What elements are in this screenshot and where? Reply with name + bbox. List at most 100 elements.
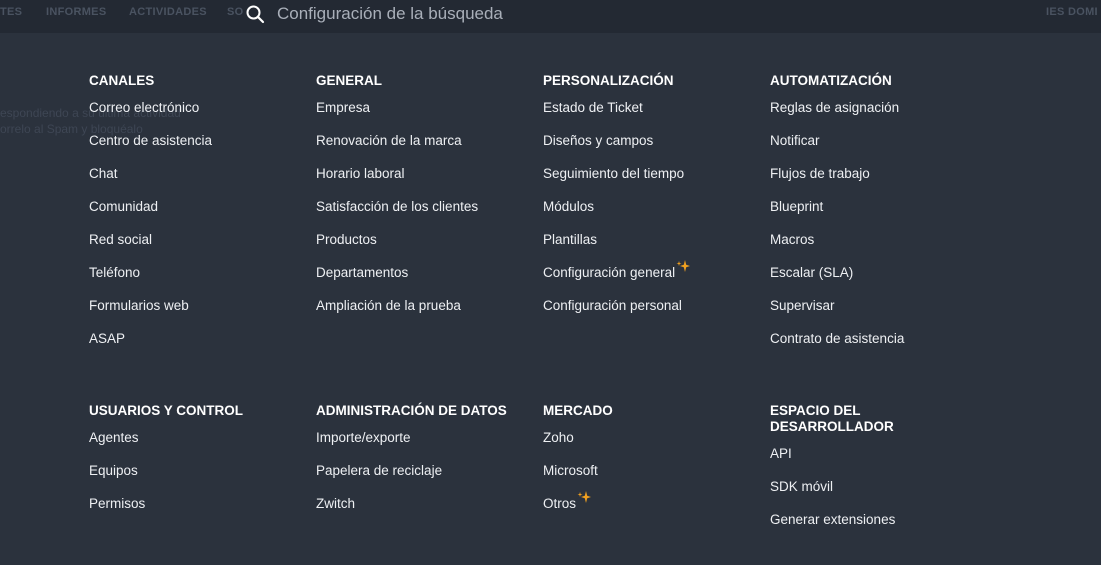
menu-item-label: Reglas de asignación: [770, 100, 900, 115]
background-tab-actividades: ACTIVIDADES: [129, 6, 207, 18]
section-title-line1: ESPACIO DEL: [770, 403, 861, 418]
search-icon[interactable]: [245, 4, 265, 24]
menu-item-label: Plantillas: [543, 232, 598, 247]
menu-item-plantillas[interactable]: Plantillas: [543, 232, 763, 265]
menu-item-flujos-de-trabajo[interactable]: Flujos de trabajo: [770, 166, 990, 199]
menu-item-zoho[interactable]: Zoho: [543, 430, 763, 463]
search-input[interactable]: [277, 4, 977, 24]
menu-item-formularios-web[interactable]: Formularios web: [89, 298, 309, 331]
menu-item-disenos-y-campos[interactable]: Diseños y campos: [543, 133, 763, 166]
section-personalizacion: PERSONALIZACIÓN Estado de Ticket Diseños…: [543, 73, 763, 331]
menu-item-equipos[interactable]: Equipos: [89, 463, 309, 496]
menu-item-label: Zwitch: [316, 496, 356, 511]
menu-item-sdk-movil[interactable]: SDK móvil: [770, 479, 990, 512]
menu-item-reglas-de-asignacion[interactable]: Reglas de asignación: [770, 100, 990, 133]
menu-item-label: Ampliación de la prueba: [316, 298, 461, 313]
menu-item-contrato-de-asistencia[interactable]: Contrato de asistencia: [770, 331, 990, 364]
sparkle-icon: [577, 491, 592, 503]
menu-item-escalar-sla[interactable]: Escalar (SLA): [770, 265, 990, 298]
section-title-mercado: MERCADO: [543, 403, 613, 418]
menu-item-supervisar[interactable]: Supervisar: [770, 298, 990, 331]
menu-item-api[interactable]: API: [770, 446, 990, 479]
section-list-personalizacion: Estado de Ticket Diseños y campos Seguim…: [543, 100, 763, 331]
menu-item-label: Correo electrónico: [89, 100, 200, 115]
menu-item-comunidad[interactable]: Comunidad: [89, 199, 309, 232]
menu-item-telefono[interactable]: Teléfono: [89, 265, 309, 298]
menu-item-label: Macros: [770, 232, 815, 247]
menu-item-label: Notificar: [770, 133, 820, 148]
menu-item-label: Empresa: [316, 100, 371, 115]
menu-item-empresa[interactable]: Empresa: [316, 100, 536, 133]
menu-item-asap[interactable]: ASAP: [89, 331, 309, 364]
section-general: GENERAL Empresa Renovación de la marca H…: [316, 73, 536, 331]
section-list-automatizacion: Reglas de asignación Notificar Flujos de…: [770, 100, 990, 364]
section-automatizacion: AUTOMATIZACIÓN Reglas de asignación Noti…: [770, 73, 990, 364]
section-list-usuarios: Agentes Equipos Permisos: [89, 430, 309, 529]
menu-item-importe-exporte[interactable]: Importe/exporte: [316, 430, 536, 463]
menu-item-label: Comunidad: [89, 199, 159, 214]
menu-item-productos[interactable]: Productos: [316, 232, 536, 265]
menu-item-modulos[interactable]: Módulos: [543, 199, 763, 232]
section-mercado: MERCADO Zoho Microsoft Otros: [543, 403, 763, 529]
background-tab-dominio: IES DOMI: [1046, 6, 1098, 18]
menu-item-label: API: [770, 446, 792, 461]
menu-item-label: Equipos: [89, 463, 138, 478]
menu-item-chat[interactable]: Chat: [89, 166, 309, 199]
menu-item-satisfaccion-de-los-clientes[interactable]: Satisfacción de los clientes: [316, 199, 536, 232]
menu-item-label: Flujos de trabajo: [770, 166, 870, 181]
menu-item-label: Estado de Ticket: [543, 100, 643, 115]
menu-item-label: Renovación de la marca: [316, 133, 462, 148]
menu-item-macros[interactable]: Macros: [770, 232, 990, 265]
sparkle-icon: [676, 260, 691, 272]
section-title-general: GENERAL: [316, 73, 383, 88]
menu-item-generar-extensiones[interactable]: Generar extensiones: [770, 512, 990, 545]
section-title-automatizacion: AUTOMATIZACIÓN: [770, 73, 892, 88]
menu-item-label: Importe/exporte: [316, 430, 411, 445]
section-title-canales: CANALES: [89, 73, 155, 88]
menu-item-blueprint[interactable]: Blueprint: [770, 199, 990, 232]
menu-item-papelera-de-reciclaje[interactable]: Papelera de reciclaje: [316, 463, 536, 496]
menu-item-microsoft[interactable]: Microsoft: [543, 463, 763, 496]
menu-item-correo-electronico[interactable]: Correo electrónico: [89, 100, 309, 133]
menu-item-zwitch[interactable]: Zwitch: [316, 496, 536, 529]
menu-item-label: Otros: [543, 496, 577, 511]
menu-item-label: Agentes: [89, 430, 139, 445]
menu-item-label: Papelera de reciclaje: [316, 463, 443, 478]
menu-item-centro-de-asistencia[interactable]: Centro de asistencia: [89, 133, 309, 166]
menu-item-label: Generar extensiones: [770, 512, 896, 527]
menu-item-departamentos[interactable]: Departamentos: [316, 265, 536, 298]
menu-item-label: Configuración personal: [543, 298, 682, 313]
section-list-administracion: Importe/exporte Papelera de reciclaje Zw…: [316, 430, 536, 529]
menu-item-otros[interactable]: Otros: [543, 491, 763, 529]
menu-item-notificar[interactable]: Notificar: [770, 133, 990, 166]
section-title-administracion: ADMINISTRACIÓN DE DATOS: [316, 403, 507, 418]
menu-item-configuracion-personal[interactable]: Configuración personal: [543, 298, 763, 331]
menu-item-seguimiento-del-tiempo[interactable]: Seguimiento del tiempo: [543, 166, 763, 199]
background-tab-informes: INFORMES: [46, 6, 107, 18]
menu-item-renovacion-de-la-marca[interactable]: Renovación de la marca: [316, 133, 536, 166]
menu-item-red-social[interactable]: Red social: [89, 232, 309, 265]
section-list-general: Empresa Renovación de la marca Horario l…: [316, 100, 536, 331]
background-tab-so: SO: [227, 6, 244, 18]
menu-item-permisos[interactable]: Permisos: [89, 496, 309, 529]
menu-item-configuracion-general[interactable]: Configuración general: [543, 260, 763, 298]
menu-item-label: Contrato de asistencia: [770, 331, 905, 346]
menu-item-label: Microsoft: [543, 463, 598, 478]
menu-item-ampliacion-de-la-prueba[interactable]: Ampliación de la prueba: [316, 298, 536, 331]
menu-item-label: Módulos: [543, 199, 595, 214]
menu-item-label: Supervisar: [770, 298, 835, 313]
menu-item-agentes[interactable]: Agentes: [89, 430, 309, 463]
menu-item-horario-laboral[interactable]: Horario laboral: [316, 166, 536, 199]
menu-item-label: Horario laboral: [316, 166, 405, 181]
section-administracion-de-datos: ADMINISTRACIÓN DE DATOS Importe/exporte …: [316, 403, 536, 529]
menu-item-label: Teléfono: [89, 265, 141, 280]
menu-item-label: Productos: [316, 232, 377, 247]
top-bar: TES INFORMES ACTIVIDADES SO IES DOMI: [0, 0, 1101, 33]
section-title-usuarios: USUARIOS Y CONTROL: [89, 403, 244, 418]
menu-item-label: SDK móvil: [770, 479, 834, 494]
menu-item-label: Satisfacción de los clientes: [316, 199, 479, 214]
menu-item-estado-de-ticket[interactable]: Estado de Ticket: [543, 100, 763, 133]
menu-item-label: Formularios web: [89, 298, 189, 313]
section-title-personalizacion: PERSONALIZACIÓN: [543, 73, 674, 88]
menu-item-label: Zoho: [543, 430, 574, 445]
